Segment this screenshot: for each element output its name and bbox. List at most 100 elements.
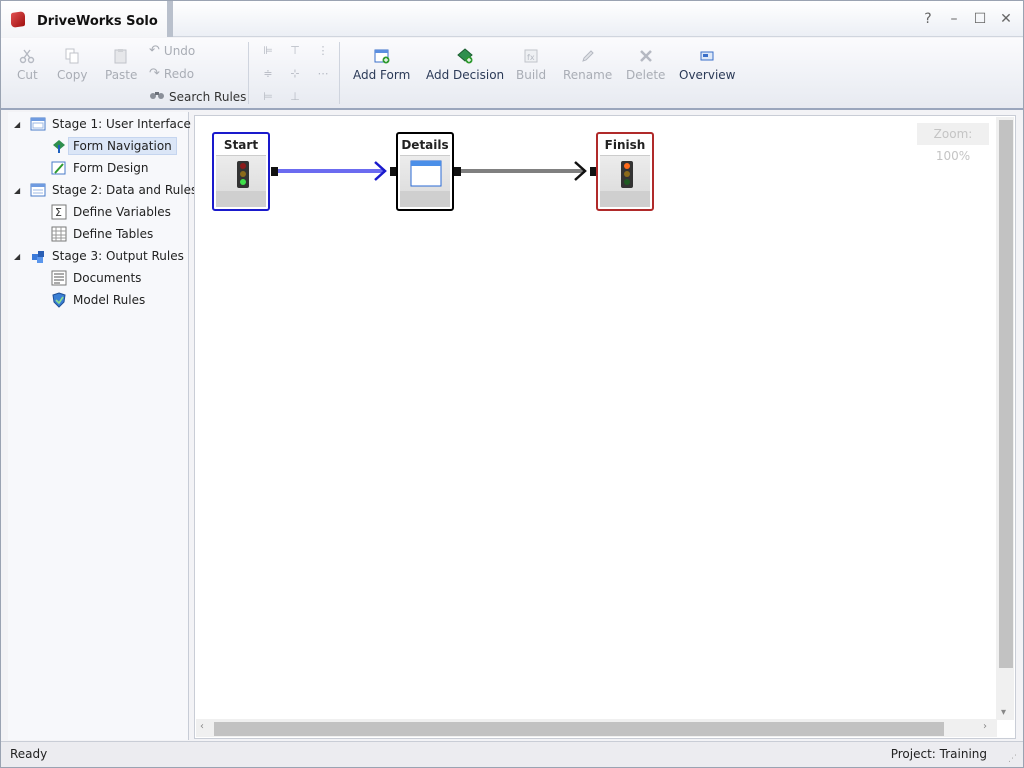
build-button[interactable]: fx Build bbox=[516, 48, 546, 82]
horizontal-scroll-thumb[interactable] bbox=[214, 722, 944, 736]
project-status: Project: Training bbox=[890, 747, 987, 761]
navigation-canvas[interactable]: Zoom: 100% Start Details Finish ▾ ‹ › bbox=[194, 115, 1016, 739]
node-title: Start bbox=[223, 138, 259, 152]
distribute-vertical-icon[interactable]: ⋮ bbox=[316, 44, 330, 58]
overview-label: Overview bbox=[679, 68, 736, 82]
overview-icon bbox=[699, 48, 715, 64]
clipboard-icon bbox=[113, 48, 129, 64]
sigma-icon: Σ bbox=[51, 204, 67, 220]
tree-item-documents[interactable]: Documents bbox=[51, 268, 141, 288]
expand-arrow-icon[interactable]: ◢ bbox=[14, 120, 24, 129]
add-form-button[interactable]: Add Form bbox=[353, 48, 410, 82]
undo-icon: ↶ bbox=[149, 43, 160, 58]
rename-button[interactable]: Rename bbox=[563, 48, 612, 82]
maximize-button[interactable]: ☐ bbox=[971, 11, 989, 27]
align-middle-icon[interactable]: ⊹ bbox=[288, 67, 302, 81]
navigation-tree: ◢ Stage 1: User Interface Form Navigatio… bbox=[8, 112, 197, 740]
node-port[interactable] bbox=[454, 167, 461, 176]
svg-text:Σ: Σ bbox=[55, 206, 62, 219]
build-icon: fx bbox=[523, 48, 539, 64]
search-rules-label: Search Rules bbox=[169, 89, 247, 104]
svg-text:fx: fx bbox=[527, 53, 535, 62]
build-label: Build bbox=[516, 68, 547, 82]
align-right-icon[interactable]: ⊨ bbox=[261, 90, 275, 104]
delete-button[interactable]: Delete bbox=[626, 48, 665, 82]
paste-label: Paste bbox=[105, 68, 138, 82]
add-decision-button[interactable]: Add Decision bbox=[426, 48, 504, 82]
connector-layer bbox=[275, 161, 587, 181]
scroll-right-icon[interactable]: › bbox=[983, 721, 987, 732]
tree-stage-data-and-rules[interactable]: ◢ Stage 2: Data and Rules bbox=[14, 180, 197, 200]
horizontal-scrollbar[interactable]: ‹ › bbox=[196, 719, 997, 737]
tree-stage-label: Stage 3: Output Rules bbox=[52, 249, 184, 263]
delete-icon bbox=[638, 48, 654, 64]
align-center-icon[interactable]: ≑ bbox=[261, 67, 275, 81]
minimize-button[interactable]: – bbox=[945, 11, 963, 27]
traffic-light-icon bbox=[621, 161, 633, 188]
binoculars-icon bbox=[149, 89, 165, 104]
tree-stage-output-rules[interactable]: ◢ Stage 3: Output Rules bbox=[14, 246, 184, 266]
tree-stage-label: Stage 2: Data and Rules bbox=[52, 183, 198, 197]
add-form-label: Add Form bbox=[353, 68, 411, 82]
resize-grip-icon[interactable]: ⋰ bbox=[1008, 754, 1017, 764]
node-port[interactable] bbox=[271, 167, 278, 176]
output-rules-icon bbox=[30, 248, 46, 264]
tree-item-form-design[interactable]: Form Design bbox=[51, 158, 148, 178]
title-bar: DriveWorks Solo ? – ☐ ✕ bbox=[1, 1, 1023, 37]
tree-item-form-navigation[interactable]: Form Navigation bbox=[51, 136, 177, 156]
tree-item-label: Define Variables bbox=[73, 205, 171, 219]
shield-icon bbox=[51, 292, 67, 308]
data-rules-icon bbox=[30, 182, 46, 198]
node-details[interactable]: Details bbox=[396, 132, 454, 211]
help-button[interactable]: ? bbox=[919, 11, 937, 27]
cut-label: Cut bbox=[17, 68, 38, 82]
app-window: DriveWorks Solo ? – ☐ ✕ Cut Copy Paste ↶… bbox=[0, 0, 1024, 768]
overview-button[interactable]: Overview bbox=[679, 48, 736, 82]
search-rules-button[interactable]: Search Rules bbox=[149, 89, 246, 104]
copy-label: Copy bbox=[57, 68, 88, 82]
expand-arrow-icon[interactable]: ◢ bbox=[14, 186, 24, 195]
tree-item-label: Documents bbox=[73, 271, 142, 285]
rename-label: Rename bbox=[563, 68, 613, 82]
redo-label: Redo bbox=[163, 66, 195, 81]
tree-item-define-tables[interactable]: Define Tables bbox=[51, 224, 153, 244]
window-controls: ? – ☐ ✕ bbox=[919, 11, 1015, 27]
ribbon-toolbar: Cut Copy Paste ↶ Undo ↷ Redo Search Rule… bbox=[1, 38, 1023, 110]
tree-item-label: Define Tables bbox=[73, 227, 154, 241]
tree-item-model-rules[interactable]: Model Rules bbox=[51, 290, 145, 310]
paste-button[interactable]: Paste bbox=[105, 48, 137, 82]
ribbon-separator bbox=[339, 42, 340, 104]
tree-stage-user-interface[interactable]: ◢ Stage 1: User Interface bbox=[14, 114, 191, 134]
node-start[interactable]: Start bbox=[212, 132, 270, 211]
close-button[interactable]: ✕ bbox=[997, 11, 1015, 27]
expand-arrow-icon[interactable]: ◢ bbox=[14, 252, 24, 261]
app-tab[interactable]: DriveWorks Solo bbox=[1, 1, 173, 37]
align-left-icon[interactable]: ⊫ bbox=[261, 44, 275, 58]
table-icon bbox=[51, 226, 67, 242]
align-bottom-icon[interactable]: ⊥ bbox=[288, 90, 302, 104]
form-design-icon bbox=[51, 160, 67, 176]
distribute-horizontal-icon[interactable]: ⋯ bbox=[316, 67, 330, 81]
add-form-icon bbox=[374, 48, 390, 64]
scroll-down-icon[interactable]: ▾ bbox=[1001, 707, 1006, 718]
tree-item-label: Form Design bbox=[73, 161, 149, 175]
vertical-scroll-thumb[interactable] bbox=[999, 120, 1013, 668]
tree-stage-label: Stage 1: User Interface bbox=[52, 117, 191, 131]
copy-button[interactable]: Copy bbox=[57, 48, 87, 82]
vertical-scrollbar[interactable]: ▾ bbox=[996, 117, 1014, 720]
cut-button[interactable]: Cut bbox=[17, 48, 38, 82]
node-footer bbox=[400, 191, 450, 207]
form-navigation-icon bbox=[51, 138, 67, 154]
scroll-left-icon[interactable]: ‹ bbox=[200, 721, 204, 732]
redo-button[interactable]: ↷ Redo bbox=[149, 66, 194, 81]
undo-button[interactable]: ↶ Undo bbox=[149, 43, 195, 58]
tree-item-label: Form Navigation bbox=[68, 137, 177, 155]
node-footer bbox=[600, 191, 650, 207]
status-text: Ready bbox=[10, 747, 48, 761]
align-top-icon[interactable]: ⊤ bbox=[288, 44, 302, 58]
copy-icon bbox=[64, 48, 80, 64]
tree-item-define-variables[interactable]: Σ Define Variables bbox=[51, 202, 171, 222]
node-finish[interactable]: Finish bbox=[596, 132, 654, 211]
app-logo-icon bbox=[11, 11, 25, 28]
app-title: DriveWorks Solo bbox=[37, 14, 158, 29]
